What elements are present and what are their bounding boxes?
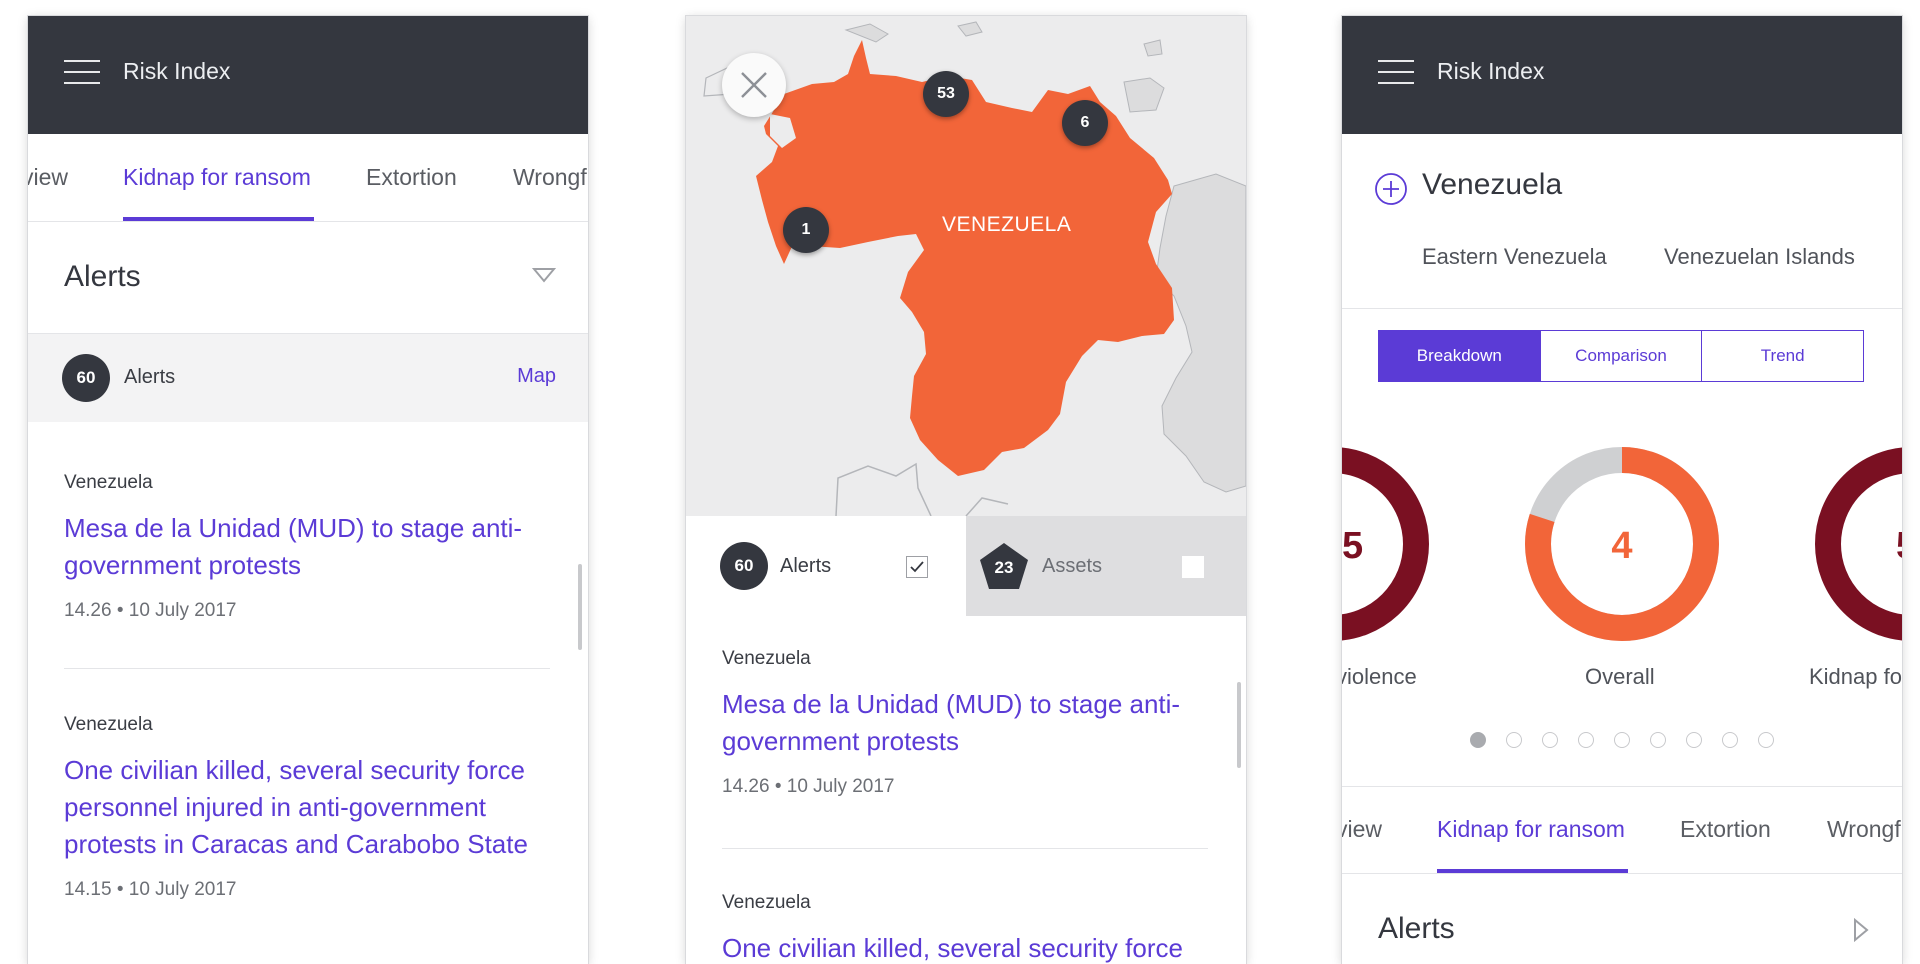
menu-icon[interactable] xyxy=(1378,60,1414,86)
carousel-dot[interactable] xyxy=(1758,732,1774,748)
divider xyxy=(722,848,1208,849)
carousel-dot[interactable] xyxy=(1650,732,1666,748)
carousel-dot[interactable] xyxy=(1578,732,1594,748)
alerts-map-screen: VENEZUELA 53 6 1 60 Alerts 23 Assets Ven… xyxy=(686,16,1246,964)
alerts-section-header[interactable]: Alerts xyxy=(1342,874,1902,964)
carousel-dot[interactable] xyxy=(1686,732,1702,748)
app-title: Risk Index xyxy=(123,58,231,84)
risk-donut-carousel[interactable]: 5 4 5 xyxy=(1342,434,1902,654)
map-cluster-pin[interactable]: 6 xyxy=(1062,100,1108,146)
segment-comparison[interactable]: Comparison xyxy=(1539,331,1702,381)
alerts-layer-toggle[interactable]: 60 Alerts xyxy=(686,516,966,616)
segment-breakdown[interactable]: Breakdown xyxy=(1379,331,1540,381)
scrollbar-thumb[interactable] xyxy=(578,564,582,650)
country-name: Venezuela xyxy=(1422,168,1563,201)
list-item[interactable]: Venezuela One civilian killed, several s… xyxy=(64,714,554,901)
divider xyxy=(1342,308,1902,309)
carousel-dot[interactable] xyxy=(1506,732,1522,748)
carousel-dot[interactable] xyxy=(1470,732,1486,748)
subregion-eastern-venezuela[interactable]: Eastern Venezuela xyxy=(1422,244,1607,270)
risk-index-alerts-screen: Risk Index view Kidnap for ransom Extort… xyxy=(28,16,588,964)
alerts-count-bar: 60 Alerts Map xyxy=(28,334,588,422)
donut-label-violence: violence xyxy=(1342,664,1417,689)
section-title: Alerts xyxy=(1378,912,1455,945)
app-bar: Risk Index xyxy=(1342,16,1902,134)
assets-layer-toggle[interactable]: 23 Assets xyxy=(966,516,1246,616)
segment-trend[interactable]: Trend xyxy=(1701,331,1863,381)
close-map-button[interactable] xyxy=(722,53,786,117)
item-title-link[interactable]: Mesa de la Unidad (MUD) to stage anti-go… xyxy=(722,686,1212,760)
item-title-link[interactable]: One civilian killed, several security fo… xyxy=(64,752,554,863)
alerts-checkbox[interactable] xyxy=(906,556,928,578)
carousel-dot[interactable] xyxy=(1722,732,1738,748)
app-bar: Risk Index xyxy=(28,16,588,134)
donut-kidnap-value: 5 xyxy=(1896,525,1902,567)
assets-checkbox[interactable] xyxy=(1182,556,1204,578)
item-location: Venezuela xyxy=(722,648,811,669)
checkmark-icon xyxy=(910,561,924,573)
item-location: Venezuela xyxy=(64,472,153,493)
tab-kidnap-for-ransom[interactable]: Kidnap for ransom xyxy=(123,164,311,191)
alerts-count-badge: 60 xyxy=(62,354,110,402)
alerts-layer-label: Alerts xyxy=(780,555,832,577)
donut-label-kidnap: Kidnap fo xyxy=(1809,664,1902,689)
menu-icon[interactable] xyxy=(64,60,100,86)
close-icon xyxy=(741,72,767,98)
tab-wrongful[interactable]: Wrongf xyxy=(1827,816,1901,843)
carousel-dot[interactable] xyxy=(1542,732,1558,748)
donut-kidnap-ring xyxy=(1815,447,1902,641)
item-title-link[interactable]: Mesa de la Unidad (MUD) to stage anti-go… xyxy=(64,510,554,584)
subregion-venezuelan-islands[interactable]: Venezuelan Islands xyxy=(1664,244,1855,270)
alerts-count-label: Alerts xyxy=(124,366,176,388)
map-country-label: VENEZUELA xyxy=(942,213,1072,236)
list-item[interactable]: Venezuela One civilian killed, several s… xyxy=(722,892,1212,964)
list-item[interactable]: Venezuela Mesa de la Unidad (MUD) to sta… xyxy=(722,648,1212,798)
alerts-section-header[interactable]: Alerts xyxy=(28,222,588,334)
donut-label-overall: Overall xyxy=(1585,664,1655,689)
active-tab-indicator xyxy=(123,217,314,221)
donut-overall-value: 4 xyxy=(1611,525,1632,567)
alerts-count-badge: 60 xyxy=(720,542,768,590)
list-item[interactable]: Venezuela Mesa de la Unidad (MUD) to sta… xyxy=(64,472,554,622)
tab-overview[interactable]: view xyxy=(28,164,68,191)
tab-extortion[interactable]: Extortion xyxy=(366,164,457,191)
donut-violence-value: 5 xyxy=(1342,525,1363,567)
country-risk-screen: Risk Index Venezuela Eastern Venezuela V… xyxy=(1342,16,1902,964)
item-title-link[interactable]: One civilian killed, several security fo… xyxy=(722,930,1212,964)
category-tabs: view Kidnap for ransom Extortion Wrongf xyxy=(28,134,588,222)
item-location: Venezuela xyxy=(64,714,153,735)
section-title: Alerts xyxy=(64,260,141,293)
item-timestamp: 14.26 • 10 July 2017 xyxy=(722,776,895,797)
carousel-dot[interactable] xyxy=(1614,732,1630,748)
scrollbar-thumb[interactable] xyxy=(1237,682,1241,768)
assets-count-badge: 23 xyxy=(994,558,1014,577)
item-location: Venezuela xyxy=(722,892,811,913)
item-timestamp: 14.15 • 10 July 2017 xyxy=(64,879,237,900)
chevron-right-icon[interactable] xyxy=(1852,918,1870,942)
map-cluster-pin[interactable]: 53 xyxy=(923,71,969,117)
tab-overview[interactable]: view xyxy=(1342,816,1382,843)
tab-kidnap-for-ransom[interactable]: Kidnap for ransom xyxy=(1437,816,1625,843)
tab-extortion[interactable]: Extortion xyxy=(1680,816,1771,843)
app-title: Risk Index xyxy=(1437,58,1545,84)
category-tabs: view Kidnap for ransom Extortion Wrongf xyxy=(1342,786,1902,874)
divider xyxy=(64,668,550,669)
assets-layer-label: Assets xyxy=(1042,555,1103,577)
map-cluster-pin[interactable]: 1 xyxy=(783,207,829,253)
map-link[interactable]: Map xyxy=(517,365,556,388)
view-mode-segmented-control: Breakdown Comparison Trend xyxy=(1378,330,1864,382)
item-timestamp: 14.26 • 10 July 2017 xyxy=(64,600,237,621)
tab-wrongful[interactable]: Wrongf xyxy=(513,164,587,191)
active-tab-indicator xyxy=(1437,869,1628,873)
map-view[interactable]: VENEZUELA 53 6 1 xyxy=(686,16,1246,516)
chevron-down-icon[interactable] xyxy=(532,266,556,284)
add-circle-icon[interactable] xyxy=(1374,172,1408,206)
